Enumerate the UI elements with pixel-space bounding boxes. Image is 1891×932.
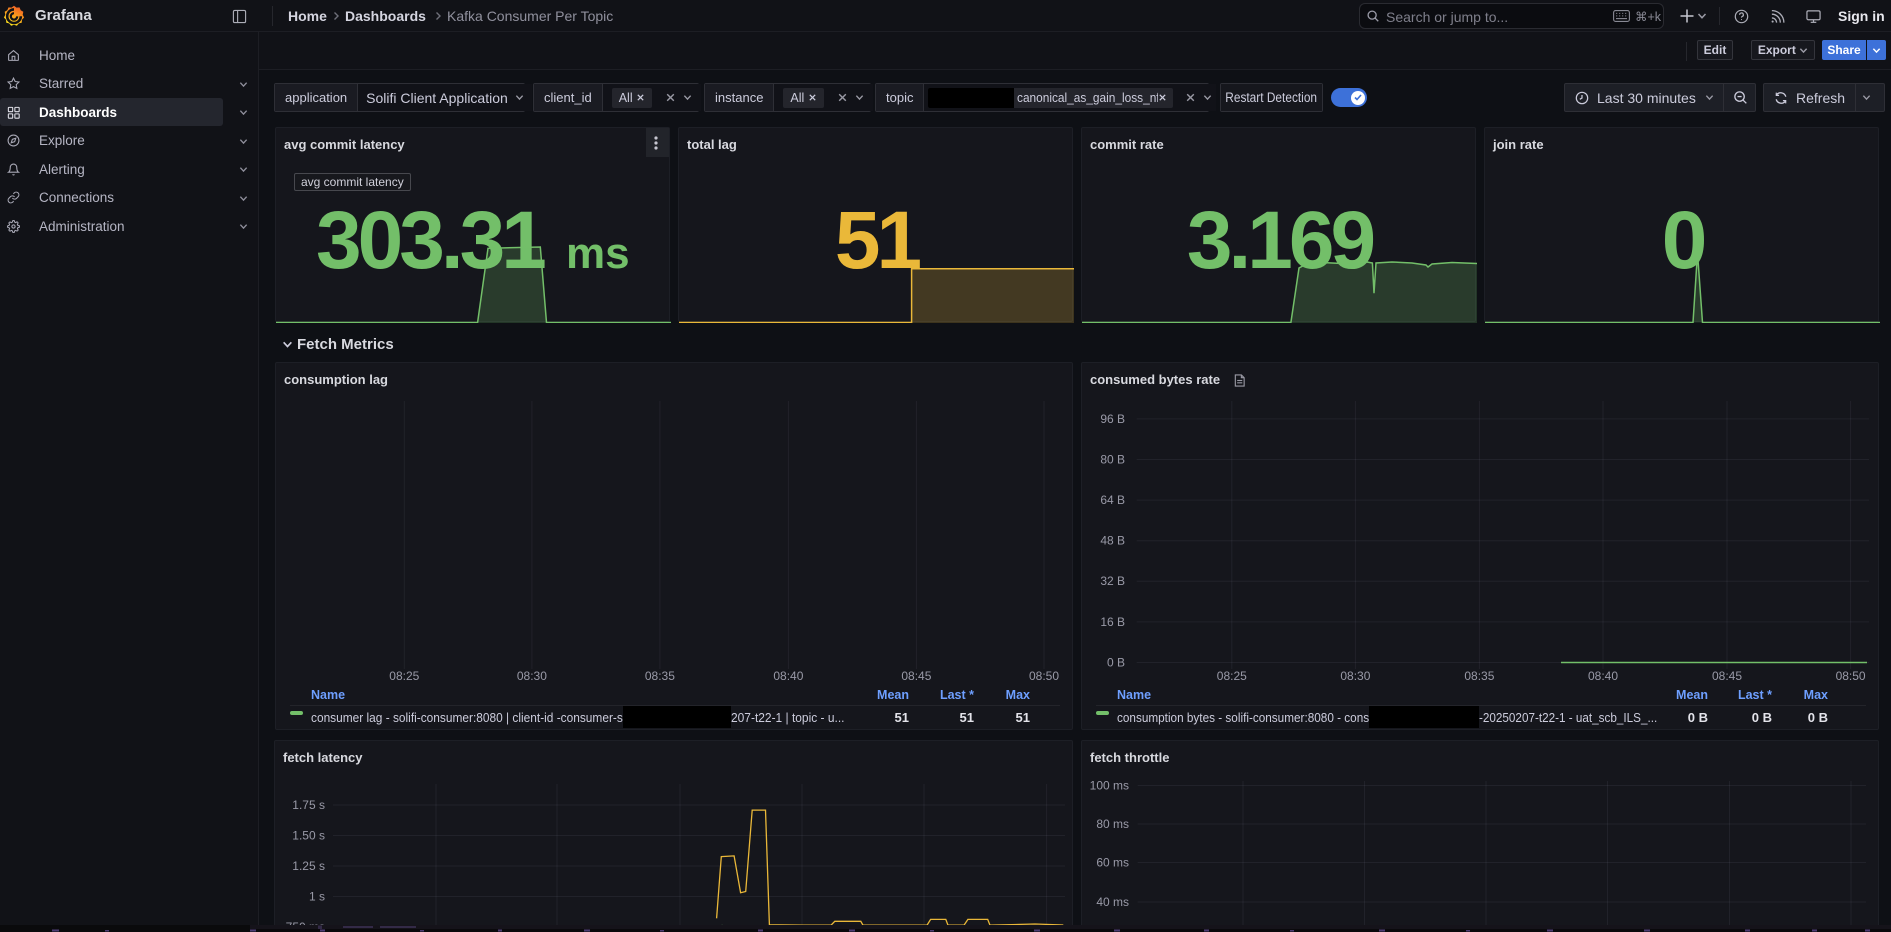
svg-text:1.50 s: 1.50 s — [292, 829, 325, 843]
svg-text:08:35: 08:35 — [1464, 669, 1494, 683]
svg-text:08:35: 08:35 — [645, 669, 675, 683]
svg-text:08:40: 08:40 — [1588, 669, 1618, 683]
svg-text:08:45: 08:45 — [1712, 669, 1742, 683]
svg-text:64 B: 64 B — [1100, 493, 1125, 507]
svg-text:08:50: 08:50 — [1029, 669, 1059, 683]
svg-text:100 ms: 100 ms — [1090, 779, 1129, 793]
svg-text:0 B: 0 B — [1107, 656, 1125, 670]
svg-text:1.25 s: 1.25 s — [292, 859, 325, 873]
svg-text:08:45: 08:45 — [901, 669, 931, 683]
svg-text:08:25: 08:25 — [1217, 669, 1247, 683]
svg-text:08:40: 08:40 — [773, 669, 803, 683]
svg-text:32 B: 32 B — [1100, 574, 1125, 588]
svg-text:80 ms: 80 ms — [1096, 817, 1129, 831]
svg-text:80 B: 80 B — [1100, 453, 1125, 467]
svg-text:08:30: 08:30 — [1340, 669, 1370, 683]
svg-text:1 s: 1 s — [309, 890, 325, 904]
svg-text:48 B: 48 B — [1100, 534, 1125, 548]
svg-text:1.75 s: 1.75 s — [292, 798, 325, 812]
svg-text:08:50: 08:50 — [1836, 669, 1866, 683]
svg-text:40 ms: 40 ms — [1096, 895, 1129, 909]
svg-text:60 ms: 60 ms — [1096, 856, 1129, 870]
svg-text:96 B: 96 B — [1100, 412, 1125, 426]
svg-text:16 B: 16 B — [1100, 615, 1125, 629]
svg-text:08:25: 08:25 — [389, 669, 419, 683]
svg-text:08:30: 08:30 — [517, 669, 547, 683]
